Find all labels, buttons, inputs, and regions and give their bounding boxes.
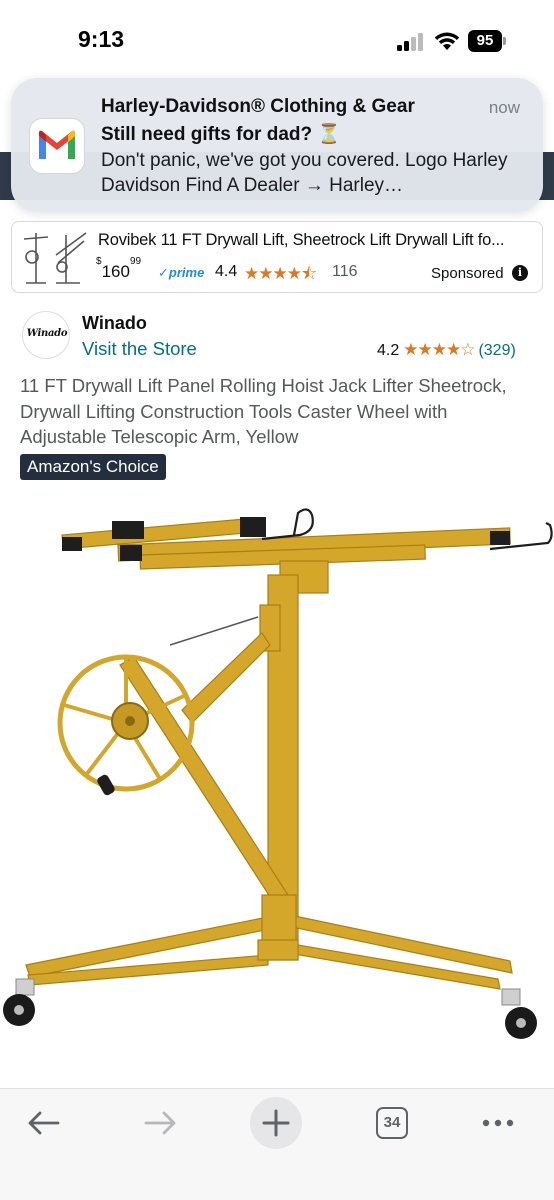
back-arrow-icon[interactable] <box>18 1097 70 1149</box>
sponsored-ad[interactable]: Rovibek 11 FT Drywall Lift, Sheetrock Li… <box>11 221 543 293</box>
browser-toolbar: 34 <box>0 1088 554 1200</box>
brand-name[interactable]: Winado <box>82 313 147 334</box>
rating-count[interactable]: (329) <box>478 342 515 359</box>
status-time: 9:13 <box>78 26 125 52</box>
brand-logo[interactable]: Winado <box>22 311 70 359</box>
tab-count: 34 <box>376 1107 408 1139</box>
tabs-button[interactable]: 34 <box>366 1097 418 1149</box>
sponsored-label: Sponsored <box>431 265 504 282</box>
push-notification[interactable]: Harley-Davidson® Clothing & Gear now Sti… <box>11 78 543 212</box>
status-bar: 9:13 95 <box>0 0 554 80</box>
new-tab-button[interactable] <box>250 1097 302 1149</box>
ad-price: $16099 <box>96 256 142 281</box>
notification-time: now <box>488 98 520 117</box>
cellular-signal-icon <box>397 33 425 51</box>
info-icon[interactable]: i <box>512 265 528 281</box>
ad-title[interactable]: Rovibek 11 FT Drywall Lift, Sheetrock Li… <box>98 231 532 250</box>
visit-store-link[interactable]: Visit the Store <box>82 338 197 360</box>
ad-product-thumbnail <box>23 232 87 284</box>
rating-stars: ★★★★☆ <box>403 340 475 359</box>
ad-rating-value: 4.4 <box>215 263 238 280</box>
plus-icon <box>262 1109 290 1137</box>
product-rating[interactable]: 4.2 ★★★★☆ (329) <box>377 340 516 360</box>
ad-rating-stars: ★★★★⯪ <box>244 264 317 283</box>
prime-badge: ✓prime <box>158 265 205 280</box>
wifi-icon <box>434 32 460 50</box>
gmail-icon <box>30 119 84 173</box>
ad-review-count[interactable]: 116 <box>332 263 358 281</box>
battery-icon: 95 <box>468 30 506 52</box>
amazons-choice-badge: Amazon's Choice <box>20 454 166 480</box>
notification-subtitle: Still need gifts for dad? ⏳ <box>101 124 342 145</box>
notification-body: Don't panic, we've got you covered. Logo… <box>101 150 508 196</box>
forward-arrow-icon[interactable] <box>134 1097 186 1149</box>
notification-title: Harley-Davidson® Clothing & Gear <box>101 96 415 117</box>
product-image[interactable] <box>0 495 554 1065</box>
product-title: 11 FT Drywall Lift Panel Rolling Hoist J… <box>20 375 507 447</box>
rating-value: 4.2 <box>377 342 400 359</box>
more-icon[interactable] <box>472 1097 524 1149</box>
battery-level: 95 <box>468 30 502 52</box>
